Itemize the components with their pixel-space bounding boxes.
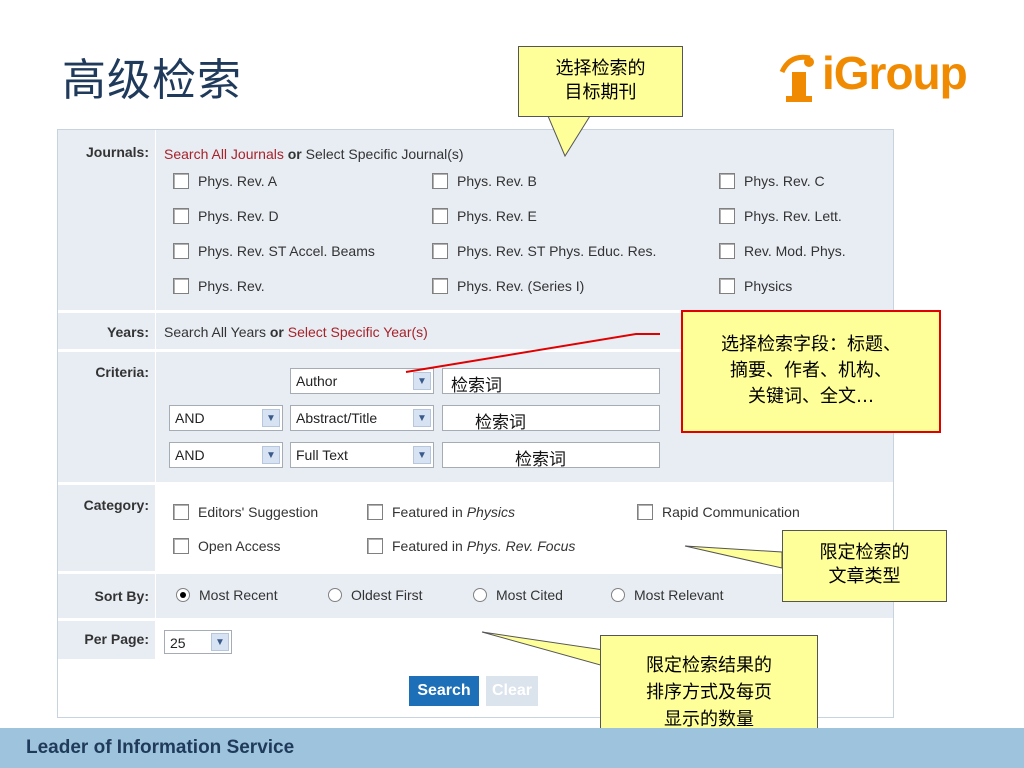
category-checkbox[interactable]: Open Access — [173, 538, 281, 554]
slide-title: 高级检索 — [62, 55, 242, 106]
criteria-operator-select[interactable]: AND ▼ — [169, 442, 283, 468]
chevron-down-icon: ▼ — [262, 446, 280, 464]
footer-bar: Leader of Information Service — [0, 728, 1024, 768]
search-all-years-text: Search All Years — [164, 324, 266, 340]
chevron-down-icon: ▼ — [413, 409, 431, 427]
igroup-logo-icon — [779, 54, 814, 102]
journal-checkbox[interactable]: Phys. Rev. B — [432, 173, 537, 189]
criteria-term-input[interactable]: 检索词 — [442, 405, 660, 432]
sort-by-label: Sort By: — [58, 574, 155, 618]
journal-checkbox[interactable]: Phys. Rev. C — [719, 173, 825, 189]
criteria-field-select[interactable]: Abstract/Title ▼ — [290, 405, 434, 431]
sort-radio-most-relevant[interactable]: Most Relevant — [611, 587, 723, 603]
select-specific-years-link[interactable]: Select Specific Year(s) — [288, 324, 428, 340]
category-checkbox[interactable]: Featured in Phys. Rev. Focus — [367, 538, 575, 554]
per-page-label: Per Page: — [58, 621, 155, 659]
chevron-down-icon: ▼ — [262, 409, 280, 427]
search-all-journals-link[interactable]: Search All Journals — [164, 146, 284, 162]
igroup-logo: iGroup — [776, 46, 1006, 106]
journal-checkbox[interactable]: Phys. Rev. ST Accel. Beams — [173, 243, 375, 259]
select-specific-journals-text: Select Specific Journal(s) — [305, 146, 464, 162]
journal-checkbox[interactable]: Phys. Rev. — [173, 278, 265, 294]
category-checkbox[interactable]: Editors' Suggestion — [173, 504, 318, 520]
criteria-operator-select[interactable]: AND ▼ — [169, 405, 283, 431]
sort-radio-most-cited[interactable]: Most Cited — [473, 587, 563, 603]
footer-text: Leader of Information Service — [26, 737, 295, 758]
search-button[interactable]: Search — [409, 676, 479, 706]
criteria-label: Criteria: — [58, 352, 155, 482]
chevron-down-icon: ▼ — [413, 446, 431, 464]
callout-target-journal: 选择检索的 目标期刊 — [518, 46, 683, 117]
clear-button[interactable]: Clear — [486, 676, 538, 706]
callout-article-type: 限定检索的 文章类型 — [782, 530, 947, 602]
criteria-field-select[interactable]: Full Text ▼ — [290, 442, 434, 468]
journal-checkbox[interactable]: Phys. Rev. D — [173, 208, 279, 224]
journals-section: Search All Journals or Select Specific J… — [156, 130, 893, 310]
criteria-field-select[interactable]: Author ▼ — [290, 368, 434, 394]
journal-checkbox[interactable]: Phys. Rev. (Series I) — [432, 278, 584, 294]
journal-checkbox[interactable]: Phys. Rev. A — [173, 173, 277, 189]
journal-checkbox[interactable]: Rev. Mod. Phys. — [719, 243, 846, 259]
callout-search-fields: 选择检索字段：标题、 摘要、作者、机构、 关键词、全文… — [681, 310, 941, 433]
journal-checkbox[interactable]: Phys. Rev. ST Phys. Educ. Res. — [432, 243, 656, 259]
journal-checkbox[interactable]: Phys. Rev. E — [432, 208, 537, 224]
years-or-text: or — [269, 324, 284, 340]
chevron-down-icon: ▼ — [413, 372, 431, 390]
sort-radio-oldest-first[interactable]: Oldest First — [328, 587, 423, 603]
journal-checkbox[interactable]: Phys. Rev. Lett. — [719, 208, 842, 224]
criteria-term-input[interactable]: 检索词 — [442, 442, 660, 469]
chevron-down-icon: ▼ — [211, 633, 229, 651]
criteria-term-input[interactable]: 检索词 — [442, 368, 660, 395]
journals-or-text: or — [287, 146, 302, 162]
igroup-logo-text: iGroup — [822, 47, 968, 99]
sort-radio-most-recent[interactable]: Most Recent — [176, 587, 278, 603]
years-label: Years: — [58, 313, 155, 349]
journals-label: Journals: — [58, 130, 155, 310]
journal-checkbox[interactable]: Physics — [719, 278, 792, 294]
per-page-select[interactable]: 25 ▼ — [164, 630, 232, 654]
category-checkbox[interactable]: Featured in Physics — [367, 504, 515, 520]
category-label: Category: — [58, 485, 155, 571]
category-checkbox[interactable]: Rapid Communication — [637, 504, 800, 520]
